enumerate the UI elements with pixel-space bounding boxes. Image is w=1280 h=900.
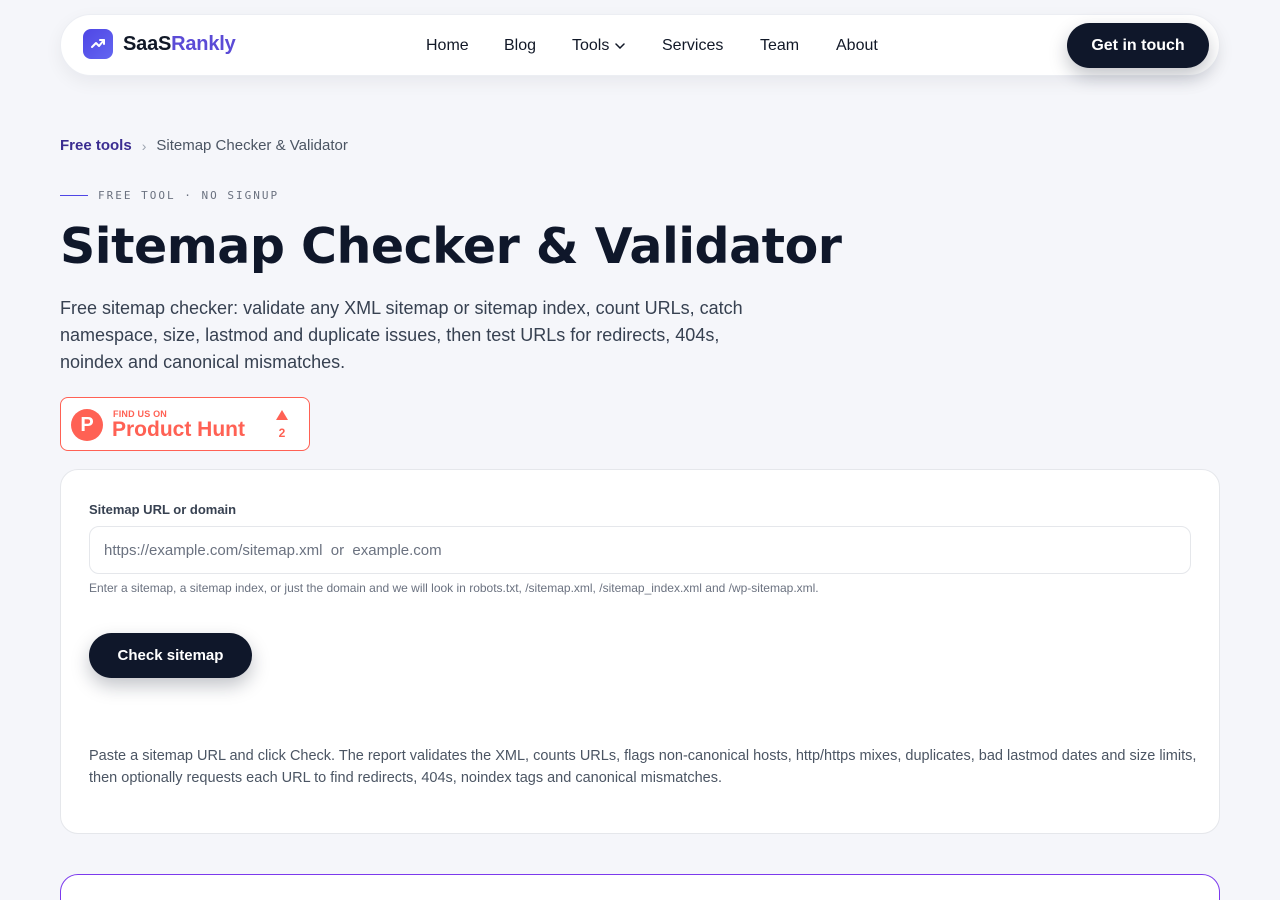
check-sitemap-button[interactable]: Check sitemap — [89, 633, 252, 678]
breadcrumb-free-tools[interactable]: Free tools — [60, 137, 132, 154]
nav-link-tools[interactable]: Tools — [572, 37, 626, 55]
next-section-card — [60, 874, 1220, 900]
product-hunt-name: Product Hunt — [112, 418, 245, 441]
nav-link-team[interactable]: Team — [760, 37, 799, 55]
breadcrumb: Free tools › Sitemap Checker & Validator — [60, 137, 348, 154]
breadcrumb-separator: › — [141, 137, 147, 154]
page-lead: Free sitemap checker: validate any XML s… — [60, 298, 743, 372]
sitemap-checker-card: Sitemap URL or domain Enter a sitemap, a… — [60, 469, 1220, 834]
product-hunt-logo-icon: P — [71, 409, 103, 441]
eyebrow-line — [60, 195, 88, 196]
page-title: Sitemap Checker & Validator — [60, 218, 842, 275]
sitemap-url-hint: Enter a sitemap, a sitemap index, or jus… — [89, 581, 819, 595]
product-hunt-badge[interactable]: P FIND US ON Product Hunt 2 — [60, 397, 310, 451]
sitemap-url-input[interactable] — [89, 526, 1191, 574]
nav-link-tools-label: Tools — [572, 37, 610, 54]
nav-link-services[interactable]: Services — [662, 37, 723, 55]
nav-link-blog[interactable]: Blog — [504, 37, 536, 55]
nav-link-about[interactable]: About — [836, 37, 878, 55]
chevron-down-icon — [615, 43, 626, 49]
eyebrow-text: FREE TOOL · NO SIGNUP — [98, 189, 280, 202]
sitemap-url-label: Sitemap URL or domain — [89, 502, 237, 517]
nav-links: Home Blog Tools Services Team About — [61, 15, 1219, 75]
tool-description: Paste a sitemap URL and click Check. The… — [89, 748, 1197, 786]
eyebrow: FREE TOOL · NO SIGNUP — [60, 189, 279, 202]
upvote-triangle-icon — [276, 410, 288, 420]
product-hunt-vote-count: 2 — [278, 426, 286, 440]
nav-link-home[interactable]: Home — [426, 37, 469, 55]
get-in-touch-button[interactable]: Get in touch — [1067, 23, 1209, 68]
top-navbar: SaaSRankly Home Blog Tools Services Team… — [60, 14, 1220, 76]
breadcrumb-current: Sitemap Checker & Validator — [156, 137, 348, 154]
